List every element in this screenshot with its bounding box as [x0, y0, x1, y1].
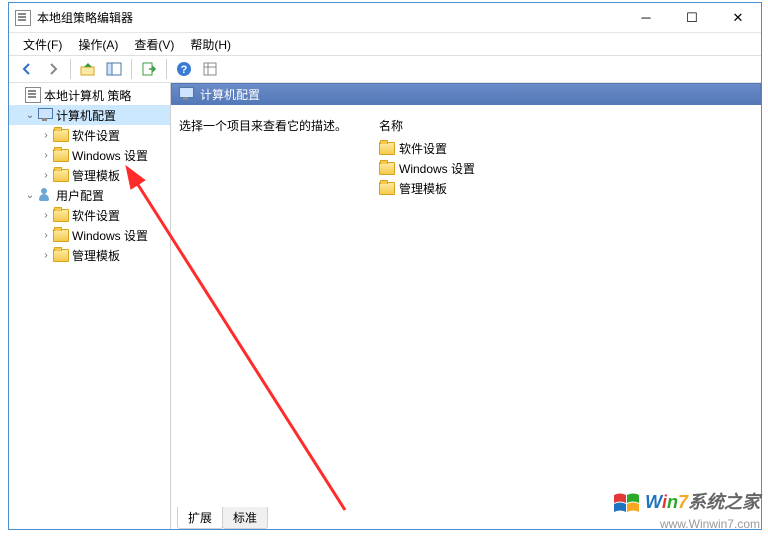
tree-software-settings[interactable]: › 软件设置: [9, 125, 170, 145]
tree-item-label: 用户配置: [56, 187, 104, 204]
list-item[interactable]: 管理模板: [379, 178, 761, 198]
menu-help[interactable]: 帮助(H): [184, 34, 237, 55]
tree-user-config[interactable]: ⌄ 用户配置: [9, 185, 170, 205]
expander-icon[interactable]: ›: [39, 230, 53, 241]
export-icon: [141, 61, 157, 77]
filter-button[interactable]: [198, 57, 222, 81]
windows-flag-icon: [612, 491, 642, 517]
name-column-header[interactable]: 名称: [379, 117, 761, 134]
toolbar: ?: [9, 55, 761, 83]
watermark-brand-suffix: 系统之家: [688, 492, 760, 512]
back-button[interactable]: [15, 57, 39, 81]
folder-up-icon: [80, 61, 96, 77]
list-item[interactable]: 软件设置: [379, 138, 761, 158]
tree-item-label: 计算机配置: [56, 107, 116, 124]
folder-icon: [53, 249, 69, 262]
folder-icon: [53, 149, 69, 162]
tree-item-label: 管理模板: [72, 247, 120, 264]
minimize-button[interactable]: ─: [623, 3, 669, 33]
folder-icon: [379, 142, 395, 155]
help-icon: ?: [176, 61, 192, 77]
tree-admin-templates[interactable]: › 管理模板: [9, 245, 170, 265]
menubar: 文件(F) 操作(A) 查看(V) 帮助(H): [9, 33, 761, 55]
menu-view[interactable]: 查看(V): [128, 34, 180, 55]
tree-item-label: Windows 设置: [72, 227, 148, 244]
tree-root-label: 本地计算机 策略: [44, 87, 131, 104]
tree-admin-templates[interactable]: › 管理模板: [9, 165, 170, 185]
gpedit-window: 本地组策略编辑器 ─ ☐ ✕ 文件(F) 操作(A) 查看(V) 帮助(H): [8, 2, 762, 530]
policy-root-icon: [25, 87, 41, 103]
menu-action[interactable]: 操作(A): [72, 34, 124, 55]
titlebar: 本地组策略编辑器 ─ ☐ ✕: [9, 3, 761, 33]
folder-icon: [53, 129, 69, 142]
tree-item-label: 软件设置: [72, 207, 120, 224]
back-arrow-icon: [19, 61, 35, 77]
window-title: 本地组策略编辑器: [37, 9, 623, 26]
panel-icon: [106, 61, 122, 77]
detail-pane: 计算机配置 选择一个项目来查看它的描述。 名称 软件设置 Windows 设置: [171, 83, 761, 529]
close-button[interactable]: ✕: [715, 3, 761, 33]
description-text: 选择一个项目来查看它的描述。: [179, 119, 347, 133]
detail-header-title: 计算机配置: [200, 86, 260, 103]
list-item-label: Windows 设置: [399, 160, 475, 177]
tree-software-settings[interactable]: › 软件设置: [9, 205, 170, 225]
computer-icon: [178, 86, 194, 102]
tree-root[interactable]: 本地计算机 策略: [9, 85, 170, 105]
folder-icon: [53, 229, 69, 242]
description-column: 选择一个项目来查看它的描述。: [179, 111, 379, 505]
expander-icon[interactable]: ⌄: [23, 110, 37, 121]
list-item[interactable]: Windows 设置: [379, 158, 761, 178]
menu-file[interactable]: 文件(F): [17, 34, 68, 55]
content-area: 本地计算机 策略 ⌄ 计算机配置 › 软件设置 › Windows 设置 › 管…: [9, 83, 761, 529]
maximize-button[interactable]: ☐: [669, 3, 715, 33]
tree-computer-config[interactable]: ⌄ 计算机配置: [9, 105, 170, 125]
tree-windows-settings[interactable]: › Windows 设置: [9, 225, 170, 245]
detail-body: 选择一个项目来查看它的描述。 名称 软件设置 Windows 设置 管理模板: [171, 105, 761, 505]
svg-text:?: ?: [181, 64, 188, 76]
folder-icon: [379, 162, 395, 175]
watermark: Win7系统之家 www.Winwin7.com: [612, 491, 760, 533]
expander-icon[interactable]: ›: [39, 130, 53, 141]
expander-icon[interactable]: ›: [39, 150, 53, 161]
tab-standard[interactable]: 标准: [222, 507, 268, 529]
tree-windows-settings[interactable]: › Windows 设置: [9, 145, 170, 165]
tree-item-label: 管理模板: [72, 167, 120, 184]
list-item-label: 管理模板: [399, 180, 447, 197]
properties-icon: [202, 61, 218, 77]
expander-icon[interactable]: ›: [39, 250, 53, 261]
tree-item-label: Windows 设置: [72, 147, 148, 164]
app-icon: [15, 10, 31, 26]
watermark-url: www.Winwin7.com: [612, 517, 760, 533]
expander-icon[interactable]: ›: [39, 170, 53, 181]
forward-arrow-icon: [45, 61, 61, 77]
show-hide-tree-button[interactable]: [102, 57, 126, 81]
help-button[interactable]: ?: [172, 57, 196, 81]
expander-icon[interactable]: ⌄: [23, 190, 37, 201]
forward-button[interactable]: [41, 57, 65, 81]
toolbar-separator: [131, 59, 132, 79]
tree-pane[interactable]: 本地计算机 策略 ⌄ 计算机配置 › 软件设置 › Windows 设置 › 管…: [9, 83, 171, 529]
toolbar-separator: [70, 59, 71, 79]
list-column: 名称 软件设置 Windows 设置 管理模板: [379, 111, 761, 505]
detail-header: 计算机配置: [171, 83, 761, 105]
tree-item-label: 软件设置: [72, 127, 120, 144]
folder-icon: [53, 209, 69, 222]
computer-icon: [37, 107, 53, 123]
expander-icon[interactable]: ›: [39, 210, 53, 221]
export-button[interactable]: [137, 57, 161, 81]
folder-icon: [53, 169, 69, 182]
up-button[interactable]: [76, 57, 100, 81]
tab-extended[interactable]: 扩展: [177, 507, 223, 529]
folder-icon: [379, 182, 395, 195]
toolbar-separator: [166, 59, 167, 79]
list-item-label: 软件设置: [399, 140, 447, 157]
user-icon: [37, 187, 53, 203]
